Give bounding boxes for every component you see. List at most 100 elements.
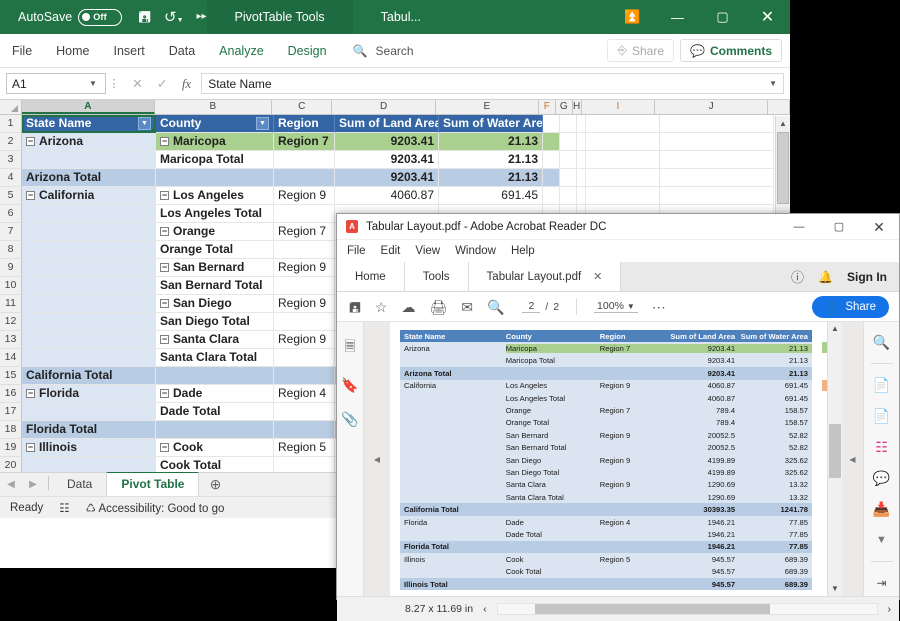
cell-i2[interactable] xyxy=(586,133,660,151)
page-current-input[interactable]: 2 xyxy=(522,300,540,313)
row-header-12[interactable]: 12 xyxy=(0,313,22,331)
cell-j2[interactable] xyxy=(660,133,774,151)
cell-a2[interactable]: −Arizona xyxy=(22,133,156,151)
create-pdf-icon[interactable]: 📄 xyxy=(872,375,892,395)
cell-f3[interactable] xyxy=(543,151,560,169)
more-options-icon[interactable]: ⋯ xyxy=(652,300,667,314)
cell-g1[interactable] xyxy=(560,115,577,133)
cell-c2[interactable]: Region 7 xyxy=(274,133,335,151)
ribbon-tab-home[interactable]: Home xyxy=(44,34,101,68)
edit-pdf-icon[interactable]: 📄 xyxy=(872,406,892,426)
hscroll-right-icon[interactable]: › xyxy=(888,603,892,615)
cell-b12[interactable]: San Diego Total xyxy=(156,313,274,331)
menu-window[interactable]: Window xyxy=(455,245,496,257)
star-icon[interactable]: ☆ xyxy=(375,300,388,314)
pdf-page-view[interactable]: State NameCountyRegionSum of Land AreaSu… xyxy=(390,322,827,596)
cell-c14[interactable] xyxy=(274,349,335,367)
sheet-tab-data[interactable]: Data xyxy=(53,473,106,496)
cell-c5[interactable]: Region 9 xyxy=(274,187,335,205)
sign-in-button[interactable]: Sign In xyxy=(847,270,887,284)
row-header-1[interactable]: 1 xyxy=(0,115,22,133)
scroll-up-icon[interactable]: ▲ xyxy=(776,116,790,131)
row-header-6[interactable]: 6 xyxy=(0,205,22,223)
cell-e1[interactable]: Sum of Water Area xyxy=(439,115,543,133)
column-header-i[interactable]: I xyxy=(582,100,655,114)
collapse-panel-icon[interactable]: ⇥ xyxy=(872,573,892,593)
cell-a5[interactable]: −California xyxy=(22,187,156,205)
sheet-tab-pivot-table[interactable]: Pivot Table xyxy=(106,471,199,496)
cell-h2[interactable] xyxy=(577,133,586,151)
hscroll-thumb[interactable] xyxy=(535,604,770,614)
cell-c13[interactable]: Region 9 xyxy=(274,331,335,349)
cell-a20[interactable] xyxy=(22,457,156,472)
chevron-down-icon[interactable]: ▼ xyxy=(872,530,892,550)
collapse-toggle-county[interactable]: − xyxy=(160,263,169,272)
cell-i4[interactable] xyxy=(586,169,660,187)
menu-view[interactable]: View xyxy=(415,245,440,257)
hscroll-left-icon[interactable]: ‹ xyxy=(483,603,487,615)
page-navigation[interactable]: 2 / 2 xyxy=(522,300,559,313)
autosave-toggle[interactable]: Off xyxy=(78,9,122,26)
zoom-level[interactable]: 100% ▼ xyxy=(594,300,638,313)
filter-icon-county[interactable]: ▼ xyxy=(256,117,269,130)
cell-c8[interactable] xyxy=(274,241,335,259)
formula-expand-icon[interactable]: ▼ xyxy=(769,79,777,88)
tab-document[interactable]: Tabular Layout.pdf ✕ xyxy=(469,262,622,291)
cell-a11[interactable] xyxy=(22,295,156,313)
select-all-corner[interactable] xyxy=(0,100,22,114)
cell-b17[interactable]: Dade Total xyxy=(156,403,274,421)
cell-e2[interactable]: 21.13 xyxy=(439,133,543,151)
page-thumbnails-icon[interactable]: 🗏 xyxy=(344,336,355,360)
cell-c20[interactable] xyxy=(274,457,335,472)
left-pane-collapse[interactable]: ◀ xyxy=(364,322,390,596)
chevron-down-icon[interactable]: ▼ xyxy=(627,302,635,311)
cell-b8[interactable]: Orange Total xyxy=(156,241,274,259)
collapse-toggle-county[interactable]: − xyxy=(160,335,169,344)
cell-e4[interactable]: 21.13 xyxy=(439,169,543,187)
table-row[interactable]: 2−Arizona−MaricopaRegion 79203.4121.13 xyxy=(0,133,790,151)
accessibility-status[interactable]: ♺ Accessibility: Good to go xyxy=(86,501,225,515)
collapse-toggle-state[interactable]: − xyxy=(26,137,35,146)
row-header-5[interactable]: 5 xyxy=(0,187,22,205)
cell-g2[interactable] xyxy=(560,133,577,151)
attachments-icon[interactable]: 📎 xyxy=(341,411,358,428)
cell-c17[interactable] xyxy=(274,403,335,421)
collapse-toggle-state[interactable]: − xyxy=(26,443,35,452)
cell-a4[interactable]: Arizona Total xyxy=(22,169,156,187)
export-pdf-icon[interactable]: 📥 xyxy=(872,499,892,519)
table-row[interactable]: 5−California−Los AngelesRegion 94060.876… xyxy=(0,187,790,205)
collapse-toggle-county[interactable]: − xyxy=(160,389,169,398)
menu-help[interactable]: Help xyxy=(511,245,535,257)
row-header-4[interactable]: 4 xyxy=(0,169,22,187)
save-icon[interactable]: 🖪 xyxy=(349,300,361,314)
cell-c15[interactable] xyxy=(274,367,335,385)
search-document-icon[interactable]: 🔍 xyxy=(872,332,892,352)
cell-a16[interactable]: −Florida xyxy=(22,385,156,403)
cell-e5[interactable]: 691.45 xyxy=(439,187,543,205)
cell-b11[interactable]: −San Diego xyxy=(156,295,274,313)
collapse-toggle-county[interactable]: − xyxy=(160,137,169,146)
cell-b3[interactable]: Maricopa Total xyxy=(156,151,274,169)
cell-b9[interactable]: −San Bernard xyxy=(156,259,274,277)
ribbon-search[interactable]: 🔍 Search xyxy=(353,44,414,58)
maximize-button[interactable]: ▢ xyxy=(700,0,745,34)
cell-a13[interactable] xyxy=(22,331,156,349)
cell-a7[interactable] xyxy=(22,223,156,241)
cell-a9[interactable] xyxy=(22,259,156,277)
column-header-c[interactable]: C xyxy=(272,100,333,114)
cell-f4[interactable] xyxy=(543,169,560,187)
cell-a19[interactable]: −Illinois xyxy=(22,439,156,457)
organize-pages-icon[interactable]: ☷ xyxy=(872,437,892,457)
cell-h3[interactable] xyxy=(577,151,586,169)
cell-b18[interactable] xyxy=(156,421,274,439)
collapse-toggle-county[interactable]: − xyxy=(160,299,169,308)
comment-icon[interactable]: 💬 xyxy=(872,468,892,488)
acrobat-share-button[interactable]: 👤 Share xyxy=(812,296,889,318)
row-header-19[interactable]: 19 xyxy=(0,439,22,457)
share-button[interactable]: ⎆ Share xyxy=(607,39,674,62)
cell-b7[interactable]: −Orange xyxy=(156,223,274,241)
autosave-control[interactable]: AutoSave Off xyxy=(18,9,122,26)
cell-d4[interactable]: 9203.41 xyxy=(335,169,439,187)
cell-c1[interactable]: Region ▼ xyxy=(274,115,335,133)
pivottable-tools-tab[interactable]: PivotTable Tools xyxy=(207,0,353,34)
